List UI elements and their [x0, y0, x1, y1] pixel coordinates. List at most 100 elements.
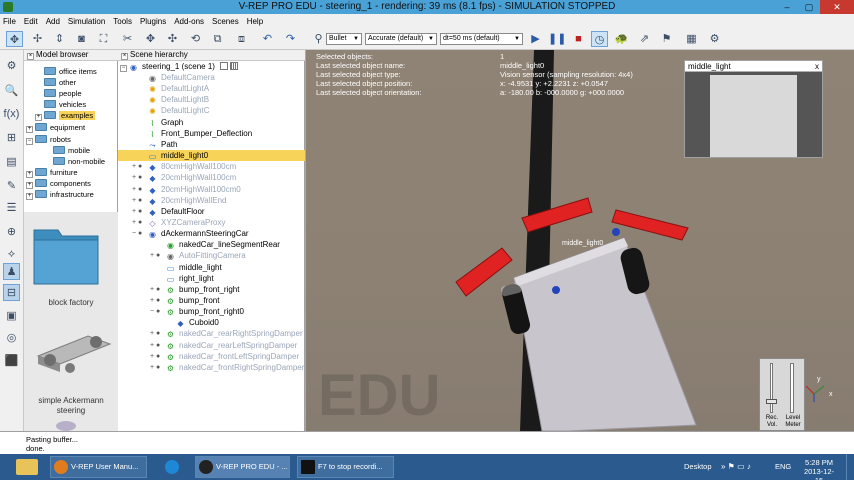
hierarchy-item[interactable]: + ● ◆ 20cmHighWallEnd — [118, 195, 305, 206]
graph-tool-icon[interactable]: ✎ — [3, 178, 20, 195]
hierarchy-item[interactable]: ▭ right_light — [118, 273, 305, 284]
camera-shift-icon[interactable]: ⇕ — [51, 31, 68, 47]
selection-icon[interactable]: ⧈ — [233, 31, 250, 47]
model-browser-item[interactable]: mobile — [44, 145, 90, 156]
stop-icon[interactable]: ■ — [570, 31, 587, 47]
collapse-icon[interactable]: − ● — [150, 306, 160, 317]
expand-icon[interactable]: + — [26, 126, 33, 133]
camera-angle-icon[interactable]: ◙ — [73, 31, 90, 47]
realtime-icon[interactable]: ◷ — [591, 31, 608, 47]
model-browser-item[interactable]: + equipment — [26, 122, 85, 133]
hierarchy-item[interactable]: + ● ⚙ nakedCar_rearLeftSpringDamper — [118, 340, 305, 351]
model-browser-item[interactable]: other — [35, 77, 76, 88]
hierarchy-item[interactable]: + ● ◇ XYZCameraProxy — [118, 217, 305, 228]
floating-view-close-button[interactable]: x — [815, 61, 819, 72]
hierarchy-item[interactable]: ⌇ Graph — [118, 117, 305, 128]
threaded-rendering-icon[interactable]: ⚑ — [658, 31, 675, 47]
menu-tools[interactable]: Tools — [113, 17, 132, 26]
model-browser-item[interactable]: non-mobile — [44, 156, 105, 167]
object-rotate-icon[interactable]: ✣ — [164, 31, 181, 47]
hierarchy-item[interactable]: ✺ DefaultLightA — [118, 83, 305, 94]
model-browser-item[interactable]: + components — [26, 178, 91, 189]
object-shift-icon[interactable]: ✥ — [142, 31, 159, 47]
expand-icon[interactable]: + ● — [150, 351, 160, 362]
expand-icon[interactable]: + ● — [132, 195, 142, 206]
engine-select[interactable]: Bullet ▼ — [326, 33, 362, 45]
simulation-settings-icon[interactable]: ⚙ — [3, 58, 20, 75]
hierarchy-item[interactable]: + ● ⚙ bump_front — [118, 295, 305, 306]
camera-rotate-icon[interactable]: ✢ — [29, 31, 46, 47]
hierarchy-item[interactable]: ⤳ Path — [118, 139, 305, 150]
expand-icon[interactable]: + ● — [150, 328, 160, 339]
hierarchy-item[interactable]: ◉ DefaultCamera — [118, 72, 305, 83]
floating-view-window[interactable]: middle_light x — [684, 60, 823, 158]
model-browser-item[interactable]: + infrastructure — [26, 189, 94, 200]
rec-volume-slider-thumb[interactable] — [766, 399, 777, 404]
menu-help[interactable]: Help — [247, 17, 263, 26]
model-browser-item[interactable]: + examples — [35, 110, 96, 121]
collection-icon[interactable]: ☰ — [3, 200, 20, 217]
customization-script-icon[interactable] — [230, 62, 239, 70]
pause-icon[interactable]: ❚❚ — [548, 31, 566, 47]
model-browser-toggle-icon[interactable]: ♟ — [3, 263, 20, 280]
calculation-icon[interactable]: ⊞ — [3, 130, 20, 147]
expand-icon[interactable]: + ● — [132, 206, 142, 217]
expand-icon[interactable]: + — [26, 193, 33, 200]
expand-icon[interactable]: + ● — [150, 250, 160, 261]
hierarchy-item[interactable]: + ● ⚙ bump_front_right — [118, 284, 305, 295]
assemble-icon[interactable]: ⟲ — [187, 31, 204, 47]
desktop-label[interactable]: Desktop — [684, 454, 712, 480]
hierarchy-item[interactable]: + ● ◆ 20cmHighWall100cm0 — [118, 184, 305, 195]
maximize-button[interactable]: ▢ — [798, 0, 820, 14]
menu-scenes[interactable]: Scenes — [212, 17, 239, 26]
expand-icon[interactable]: + — [26, 171, 33, 178]
script-icon[interactable]: f(x) — [3, 106, 20, 123]
menu-add[interactable]: Add — [46, 17, 60, 26]
menu-addons[interactable]: Add-ons — [174, 17, 204, 26]
fit-to-view-icon[interactable]: ⛶ — [95, 31, 112, 47]
expand-icon[interactable]: + ● — [150, 295, 160, 306]
menu-edit[interactable]: Edit — [24, 17, 38, 26]
taskbar-recorder[interactable]: F7 to stop recordi... — [297, 456, 394, 478]
expand-icon[interactable]: + ● — [150, 340, 160, 351]
tray-icons[interactable]: » ⚑ ▭ ♪ — [721, 454, 751, 480]
model-browser-close-icon[interactable]: × — [27, 53, 34, 60]
hierarchy-item[interactable]: + ● ⚙ nakedCar_rearRightSpringDamper — [118, 328, 305, 339]
scene-root[interactable]: − ◉ steering_1 (scene 1) — [118, 61, 305, 72]
slow-down-icon[interactable]: 🐢 — [613, 31, 630, 47]
taskbar-internet-explorer[interactable] — [154, 456, 188, 478]
scene-hierarchy-toggle-icon[interactable]: ⊟ — [3, 284, 20, 301]
search-icon[interactable]: 🔍 — [3, 83, 20, 100]
model-browser-item[interactable]: vehicles — [35, 99, 86, 110]
expand-icon[interactable]: + ● — [150, 362, 160, 373]
hierarchy-item[interactable]: + ● ◆ 80cmHighWall100cm — [118, 161, 305, 172]
undo-icon[interactable]: ↶ — [259, 31, 276, 47]
play-icon[interactable]: ▶ — [527, 31, 544, 47]
hierarchy-item[interactable]: − ● ◉ dAckermannSteeringCar — [118, 228, 305, 239]
page-icon[interactable]: ▣ — [3, 308, 20, 325]
file-explorer-icon[interactable] — [16, 459, 38, 475]
menu-plugins[interactable]: Plugins — [140, 17, 166, 26]
hierarchy-item[interactable]: ▭ middle_light — [118, 262, 305, 273]
hierarchy-item[interactable]: ▭ middle_light0 — [118, 150, 305, 161]
redo-icon[interactable]: ↷ — [282, 31, 299, 47]
camera-pan-icon[interactable]: ✥ — [6, 31, 23, 47]
shape-edit-icon[interactable]: ⟡ — [3, 246, 20, 263]
hierarchy-item[interactable]: − ● ⚙ bump_front_right0 — [118, 306, 305, 317]
hierarchy-item[interactable]: ✺ DefaultLightC — [118, 105, 305, 116]
hierarchy-item[interactable]: + ● ⚙ nakedCar_frontLeftSpringDamper — [118, 351, 305, 362]
selection-tool-icon[interactable]: ⊕ — [3, 224, 20, 241]
transfer-dna-icon[interactable]: ⧉ — [209, 31, 226, 47]
expand-icon[interactable]: + ● — [132, 184, 142, 195]
settings-icon[interactable]: ⚙ — [706, 31, 723, 47]
expand-icon[interactable]: + ● — [132, 217, 142, 228]
collapse-icon[interactable]: − — [26, 138, 33, 145]
accuracy-select[interactable]: Accurate (default) ▼ — [365, 33, 437, 45]
speed-up-icon[interactable]: ⇗ — [636, 31, 653, 47]
hierarchy-item[interactable]: + ● ◆ 20cmHighWall100cm — [118, 172, 305, 183]
taskbar-vrep[interactable]: V-REP PRO EDU - ... — [195, 456, 290, 478]
hierarchy-item[interactable]: ◆ Cuboid0 — [118, 317, 305, 328]
thumbnail-label-block-factory[interactable]: block factory — [24, 298, 118, 307]
dynamics-icon[interactable]: ⚲ — [310, 31, 327, 47]
expand-icon[interactable]: + ● — [150, 284, 160, 295]
